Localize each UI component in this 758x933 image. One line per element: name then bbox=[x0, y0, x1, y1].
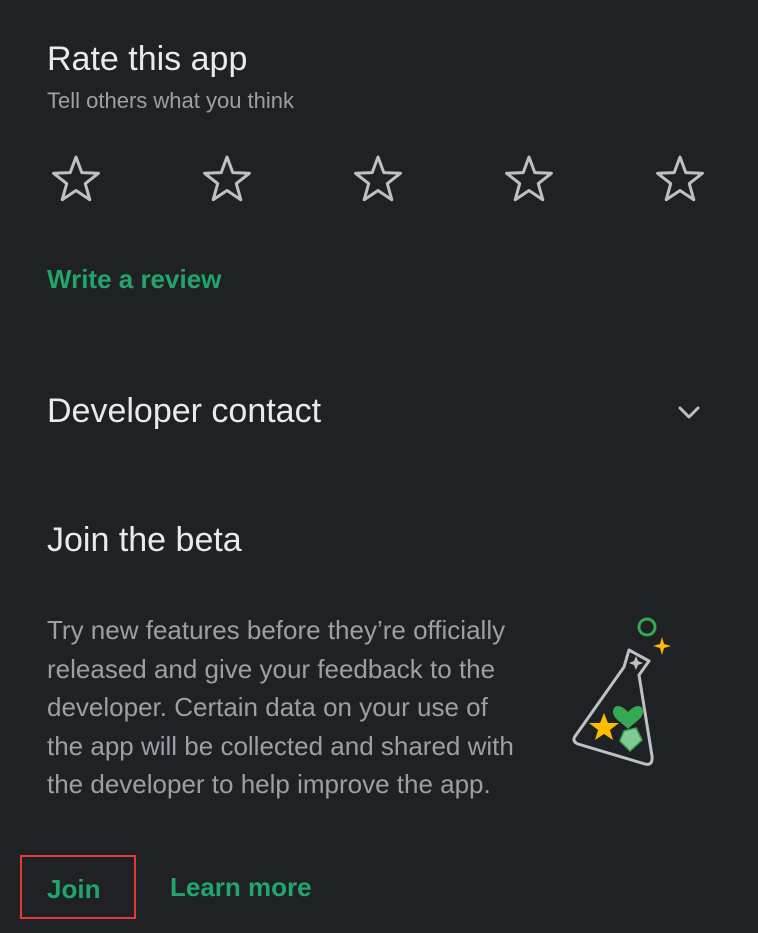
join-button-label: Join bbox=[47, 874, 101, 904]
developer-contact-title: Developer contact bbox=[47, 392, 322, 430]
write-review-link[interactable]: Write a review bbox=[47, 264, 221, 295]
star-4-icon[interactable] bbox=[503, 153, 555, 205]
rate-app-subtitle: Tell others what you think bbox=[47, 88, 295, 113]
star-rating bbox=[50, 153, 707, 205]
join-button[interactable]: Join bbox=[20, 855, 136, 919]
rate-app-title: Rate this app bbox=[47, 40, 248, 78]
beta-description: Try new features before they’re official… bbox=[47, 615, 514, 799]
star-2-icon[interactable] bbox=[201, 153, 253, 205]
star-5-icon[interactable] bbox=[654, 153, 706, 205]
join-beta-title: Join the beta bbox=[47, 521, 242, 559]
star-1-icon[interactable] bbox=[50, 153, 102, 205]
developer-contact-section[interactable]: Developer contact bbox=[0, 380, 758, 444]
learn-more-link[interactable]: Learn more bbox=[170, 872, 312, 903]
beta-flask-icon bbox=[566, 612, 676, 772]
star-3-icon[interactable] bbox=[352, 153, 404, 205]
chevron-down-icon[interactable] bbox=[674, 398, 704, 428]
app-details-page: Rate this app Tell others what you think… bbox=[0, 0, 758, 933]
